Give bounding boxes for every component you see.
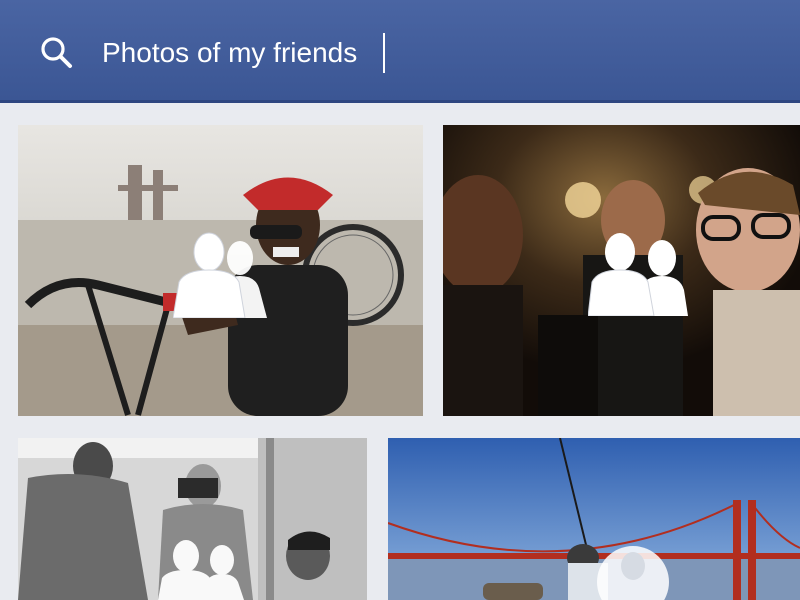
search-input[interactable]: Photos of my friends (102, 35, 357, 71)
photo-cyclist[interactable] (18, 125, 423, 416)
photo-grid (0, 106, 800, 600)
photo-kitchen[interactable] (18, 438, 367, 600)
text-cursor (383, 33, 385, 73)
friend-icon (597, 546, 669, 600)
friends-icon (173, 232, 267, 318)
search-icon[interactable] (38, 34, 74, 70)
search-header: Photos of my friends (0, 0, 800, 103)
friends-icon (158, 540, 244, 600)
photo-bar-friends[interactable] (443, 125, 800, 416)
photo-golden-gate[interactable] (388, 438, 800, 600)
friends-icon (588, 233, 688, 316)
